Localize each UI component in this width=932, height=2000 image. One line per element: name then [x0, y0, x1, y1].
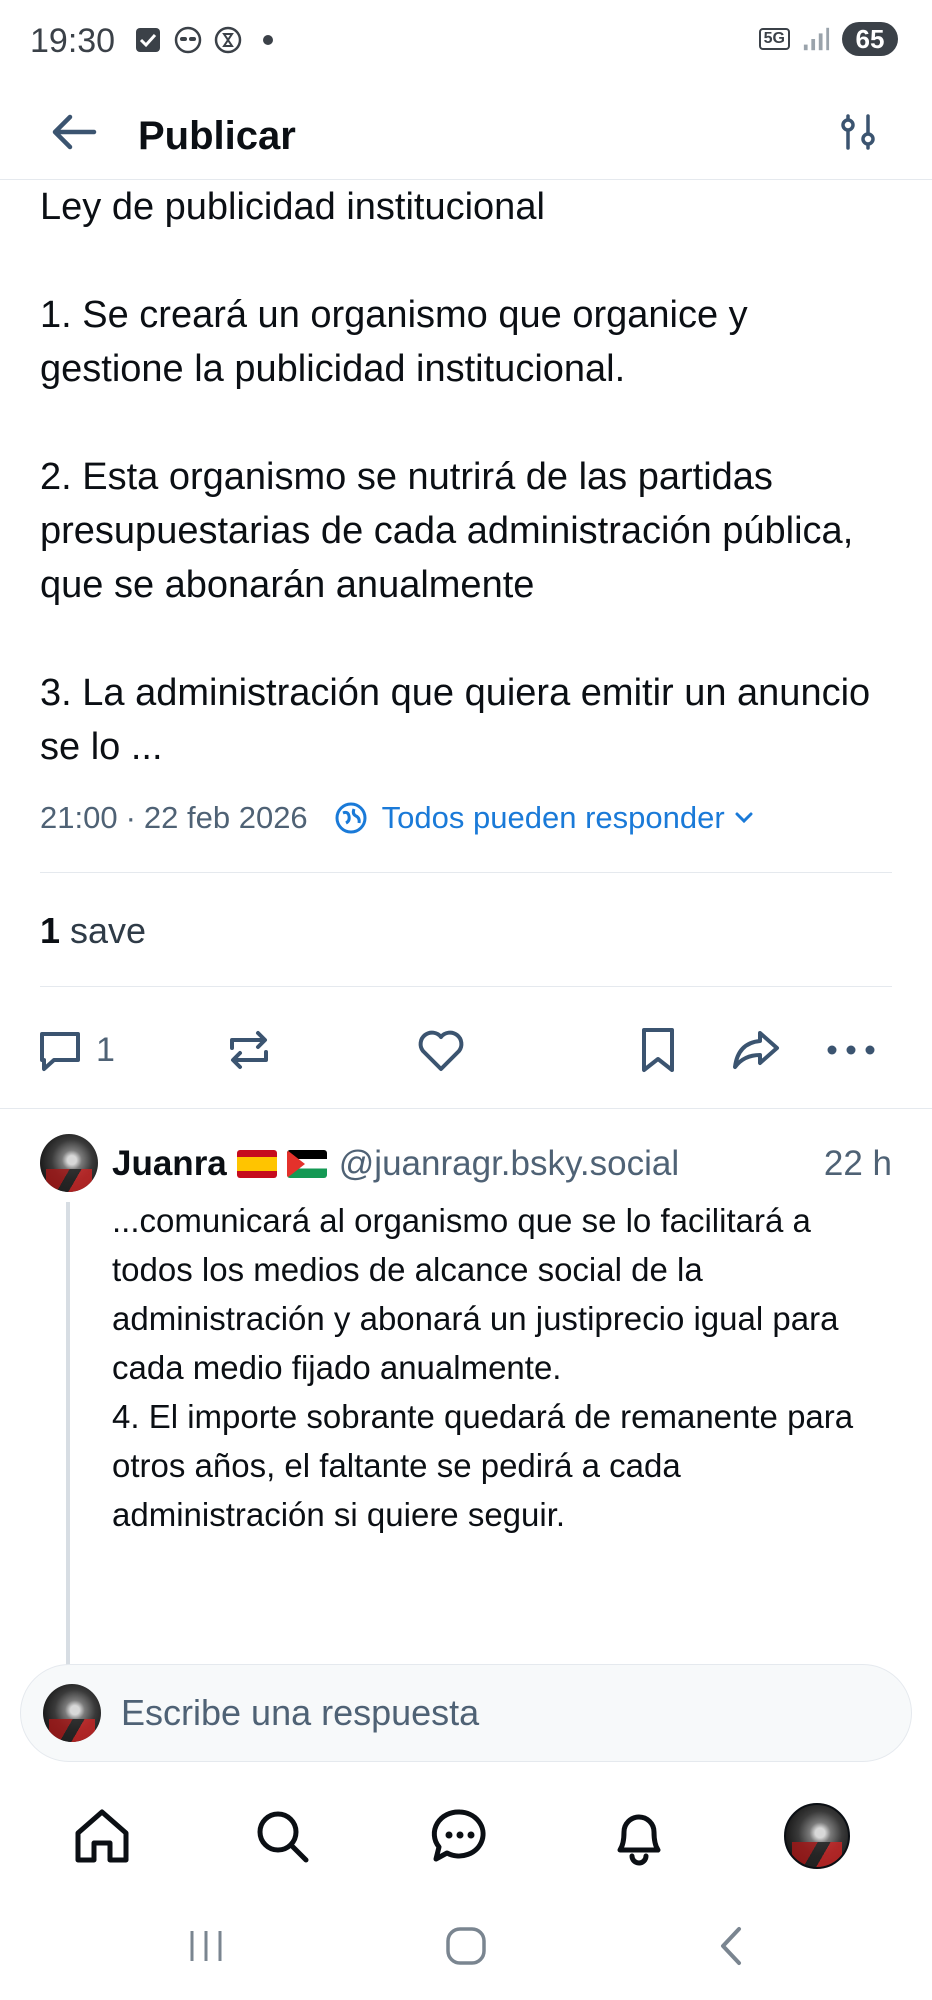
repost-icon — [230, 1031, 268, 1069]
sliders-icon — [841, 114, 875, 150]
reply-avatar[interactable] — [40, 1134, 98, 1192]
bottom-navigation — [0, 1780, 932, 1892]
nav-search[interactable] — [246, 1800, 318, 1872]
signal-icon — [802, 25, 830, 53]
reply-post[interactable]: Juanra @juanragr.bsky.social 22 h ...com… — [0, 1130, 932, 1670]
arrow-left-icon — [52, 114, 97, 150]
more-options-button[interactable] — [826, 1024, 876, 1076]
reply-header: Juanra @juanragr.bsky.social 22 h — [112, 1144, 892, 1184]
saves-label: save — [70, 910, 147, 951]
nav-profile[interactable] — [781, 1800, 853, 1872]
saves-count[interactable]: 1 save — [40, 910, 146, 952]
home-circle-icon — [446, 1927, 486, 1965]
post-meta: 21:00 · 22 feb 2026 Todos pueden respond… — [40, 800, 753, 836]
like-button[interactable] — [416, 1024, 466, 1076]
post-paragraph — [40, 396, 900, 450]
post-actions: 1 — [0, 1010, 932, 1090]
back-button[interactable] — [44, 102, 104, 162]
nav-notifications[interactable] — [603, 1800, 675, 1872]
share-button[interactable] — [730, 1024, 782, 1076]
home-system-button[interactable] — [436, 1922, 496, 1970]
chat-icon — [431, 1809, 486, 1862]
globe-icon — [334, 801, 368, 835]
home-icon — [75, 1809, 129, 1863]
saves-number: 1 — [40, 910, 61, 951]
spain-flag-icon — [236, 1150, 277, 1178]
save-button[interactable] — [636, 1024, 680, 1076]
battery-indicator: 65 — [842, 22, 898, 56]
bookmark-icon — [642, 1028, 674, 1072]
reply-body: ...comunicará al organismo que se lo fac… — [112, 1202, 854, 1533]
reply-text: ...comunicará al organismo que se lo fac… — [112, 1196, 892, 1539]
post-text[interactable]: Ley de publicidad institucional 1. Se cr… — [40, 180, 900, 774]
nav-chat[interactable] — [424, 1800, 496, 1872]
reply-setting-label: Todos pueden responder — [381, 800, 725, 835]
post-paragraph: 1. Se creará un organismo que organice y… — [40, 294, 748, 390]
search-icon — [257, 1811, 309, 1863]
divider — [40, 872, 892, 873]
reply-count: 1 — [96, 1030, 115, 1069]
top-app-bar: Publicar — [0, 84, 932, 180]
chevron-left-icon — [721, 1927, 741, 1965]
reply-composer[interactable] — [20, 1664, 912, 1762]
reply-setting-button[interactable]: Todos pueden responder — [334, 800, 753, 836]
status-bar: 19:30 5G 65 — [0, 0, 932, 84]
incognito-icon — [174, 26, 202, 54]
reply-input[interactable] — [121, 1692, 881, 1734]
page-title: Publicar — [138, 114, 296, 158]
post-paragraph: Ley de publicidad institucional — [40, 186, 545, 228]
post-paragraph: 2. Esta organismo se nutrirá de las part… — [40, 456, 854, 606]
reply-author-name[interactable]: Juanra — [112, 1144, 227, 1184]
status-time: 19:30 — [30, 22, 116, 60]
repost-button[interactable] — [224, 1024, 274, 1076]
chevron-down-icon — [735, 812, 753, 824]
heart-icon — [418, 1030, 464, 1071]
meta-separator: · — [125, 800, 136, 835]
status-right: 5G 65 — [758, 22, 898, 56]
profile-avatar — [784, 1803, 850, 1869]
post-paragraph — [40, 612, 900, 666]
post-time: 21:00 — [40, 800, 118, 835]
share-arrow-icon — [733, 1031, 779, 1069]
bell-icon — [617, 1814, 661, 1866]
comment-icon — [40, 1032, 80, 1071]
thread-settings-button[interactable] — [828, 102, 888, 162]
more-horizontal-icon — [827, 1045, 875, 1055]
nav-home[interactable] — [66, 1800, 138, 1872]
divider — [40, 986, 892, 987]
system-navigation — [0, 1892, 932, 2000]
recents-button[interactable] — [176, 1922, 236, 1970]
reply-author-handle[interactable]: @juanragr.bsky.social — [339, 1144, 679, 1184]
hourglass-icon — [214, 26, 242, 54]
divider — [0, 1108, 932, 1109]
checkbox-icon — [134, 26, 162, 54]
network-badge: 5G — [758, 28, 790, 50]
thread-line — [66, 1202, 70, 1670]
palestine-flag-icon — [286, 1150, 327, 1178]
status-notification-icons — [134, 26, 282, 54]
post-paragraph: 3. La administración que quiera emitir u… — [40, 672, 871, 768]
post-date: 22 feb 2026 — [143, 800, 308, 835]
post-paragraph — [40, 234, 900, 288]
reply-timestamp: 22 h — [823, 1144, 892, 1183]
reply-button[interactable]: 1 — [36, 1024, 115, 1076]
user-avatar — [43, 1684, 101, 1742]
dot-icon — [254, 26, 282, 54]
recents-icon — [190, 1931, 222, 1961]
back-system-button[interactable] — [700, 1922, 760, 1970]
